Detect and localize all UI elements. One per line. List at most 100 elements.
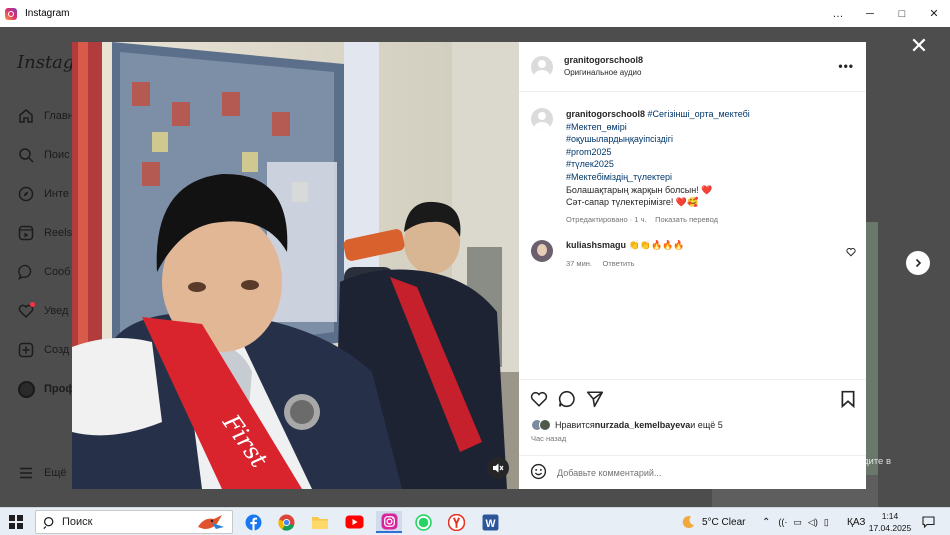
notification-dot	[30, 302, 35, 307]
sidebar-item-label: Проф	[44, 383, 75, 395]
commenter-username[interactable]: kuliashsmagu	[566, 240, 626, 250]
post-video[interactable]: First	[72, 42, 519, 489]
mute-button[interactable]	[487, 457, 509, 479]
sidebar-item-label: Увед	[44, 305, 69, 317]
like-icon[interactable]	[529, 389, 549, 409]
hashtag-link[interactable]: #оқушылардыңқауіпсіздігі	[566, 133, 856, 146]
liker-username[interactable]: nurzada_kemelbayeva	[595, 420, 691, 430]
reply-button[interactable]: Ответить	[603, 259, 635, 268]
word-icon[interactable]: W	[479, 511, 501, 533]
window-maximize-button[interactable]: □	[886, 0, 918, 27]
next-post-button[interactable]	[906, 251, 930, 275]
reels-icon	[16, 223, 36, 243]
comment-icon[interactable]	[557, 389, 577, 409]
bookmark-icon[interactable]	[838, 389, 858, 409]
display-icon[interactable]: ▭	[793, 517, 802, 528]
taskbar-search-box[interactable]: Поиск	[35, 510, 233, 534]
show-translation-link[interactable]: Показать перевод	[655, 215, 718, 224]
activation-title: Активация Windows	[700, 441, 816, 455]
window-titlebar: Instagram … ─ □ ✕	[0, 0, 950, 27]
likes-suffix[interactable]: и ещё 5	[690, 420, 722, 430]
chrome-icon[interactable]	[275, 511, 297, 533]
sidebar-item-search[interactable]: Поис	[16, 143, 70, 167]
author-avatar[interactable]	[531, 56, 553, 78]
hashtag-link[interactable]: #Мектебіміздің_түлектері	[566, 171, 856, 184]
sidebar-item-label: Ещё	[44, 467, 67, 479]
window-title: Instagram	[25, 8, 70, 19]
close-icon[interactable]: ✕	[909, 35, 929, 57]
system-tray-icons[interactable]: ⌃ ((· ▭ ◁) ▯	[762, 508, 829, 535]
instagram-app-icon	[5, 7, 17, 20]
caption-author-avatar[interactable]	[531, 108, 553, 130]
sidebar-item-messages[interactable]: Сооб	[16, 260, 70, 284]
facebook-icon[interactable]	[242, 511, 264, 533]
caption-author-username[interactable]: granitogorschool8	[566, 109, 645, 119]
sidebar-item-label: Reels	[44, 227, 73, 239]
taskbar-clock[interactable]: 1:14 17.04.2025	[866, 510, 914, 534]
likes-summary: Нравится nurzada_kemelbayeva и ещё 5	[531, 419, 723, 431]
post-actions	[519, 379, 866, 421]
comment-item: kuliashsmagu 👏👏🔥🔥🔥 37 мин. Ответить	[566, 240, 685, 268]
weather-widget[interactable]: 5°C Clear	[680, 508, 745, 535]
whatsapp-icon[interactable]	[412, 511, 434, 533]
commenter-avatar[interactable]	[531, 240, 553, 262]
post-panel: granitogorschool8 Оригинальное аудио •••…	[519, 42, 866, 489]
menu-icon	[16, 463, 36, 483]
volume-icon[interactable]: ◁)	[808, 517, 818, 528]
sidebar-item-create[interactable]: Созд	[16, 338, 69, 362]
post-timestamp: Час назад	[531, 434, 567, 443]
more-options-icon[interactable]: •••	[838, 59, 854, 73]
window-minimize-button[interactable]: ─	[854, 0, 886, 27]
instagram-taskbar-icon[interactable]	[376, 511, 402, 533]
clock-time: 1:14	[881, 511, 899, 521]
audio-label[interactable]: Оригинальное аудио	[564, 68, 643, 77]
share-icon[interactable]	[585, 389, 605, 409]
network-icon[interactable]: ((·	[778, 517, 787, 527]
hashtag-link[interactable]: #Мектеп_өмірі	[566, 121, 856, 134]
like-comment-icon[interactable]	[846, 246, 856, 260]
hashtag-link[interactable]: #түлек2025	[566, 158, 856, 171]
sidebar-item-profile[interactable]: Проф	[16, 377, 75, 401]
window-more-button[interactable]: …	[822, 0, 854, 27]
post-header: granitogorschool8 Оригинальное аудио •••	[519, 42, 866, 92]
taskbar: Поиск W 5°C Clear ⌃ ((· ▭ ◁) ▯ ҚАЗ 1:14 …	[0, 507, 950, 535]
window-close-button[interactable]: ✕	[918, 0, 950, 27]
chevron-up-icon[interactable]: ⌃	[762, 517, 770, 528]
home-icon	[16, 106, 36, 126]
search-label: Поиск	[62, 516, 93, 528]
author-info: granitogorschool8 Оригинальное аудио	[564, 55, 643, 77]
hashtag-link[interactable]: #Сегізінші_орта_мектебі	[648, 109, 750, 119]
sidebar-item-reels[interactable]: Reels	[16, 221, 72, 245]
search-icon	[43, 516, 54, 529]
language-indicator[interactable]: ҚАЗ	[847, 508, 865, 535]
windows-start-icon[interactable]	[9, 515, 23, 529]
sidebar-item-label: Инте	[44, 188, 70, 200]
author-username[interactable]: granitogorschool8	[564, 55, 643, 65]
messenger-icon	[16, 262, 36, 282]
heart-icon	[16, 301, 36, 321]
speaker-muted-icon	[493, 463, 504, 473]
hashtag-link[interactable]: #prom2025	[566, 146, 856, 159]
sidebar-item-label: Главн	[44, 110, 74, 122]
edited-timestamp: Отредактировано · 1 ч.	[566, 214, 647, 224]
battery-icon[interactable]: ▯	[824, 517, 829, 528]
comment-text: 👏👏🔥🔥🔥	[628, 240, 685, 250]
windows-activation-watermark: Активация Windows Чтобы активировать Win…	[700, 441, 920, 481]
caption-line: Болашақтарың жарқын болсын! ❤️	[566, 184, 713, 195]
sidebar-item-home[interactable]: Главн	[16, 104, 74, 128]
explore-icon	[16, 184, 36, 204]
notifications-icon[interactable]	[917, 511, 939, 533]
file-explorer-icon[interactable]	[309, 511, 331, 533]
emoji-icon[interactable]	[530, 463, 547, 483]
yandex-browser-icon[interactable]	[445, 511, 467, 533]
create-icon	[16, 340, 36, 360]
youtube-icon[interactable]	[343, 511, 365, 533]
weather-text: 5°C Clear	[702, 516, 746, 528]
sidebar-item-notifications[interactable]: Увед	[16, 299, 68, 323]
sidebar-item-more[interactable]: Ещё	[16, 461, 67, 485]
moon-icon	[682, 516, 694, 529]
profile-icon	[16, 379, 36, 399]
comment-timestamp: 37 мин.	[566, 259, 592, 268]
sidebar-item-explore[interactable]: Инте	[16, 182, 69, 206]
comment-input[interactable]: Добавьте комментарий...	[557, 468, 661, 478]
